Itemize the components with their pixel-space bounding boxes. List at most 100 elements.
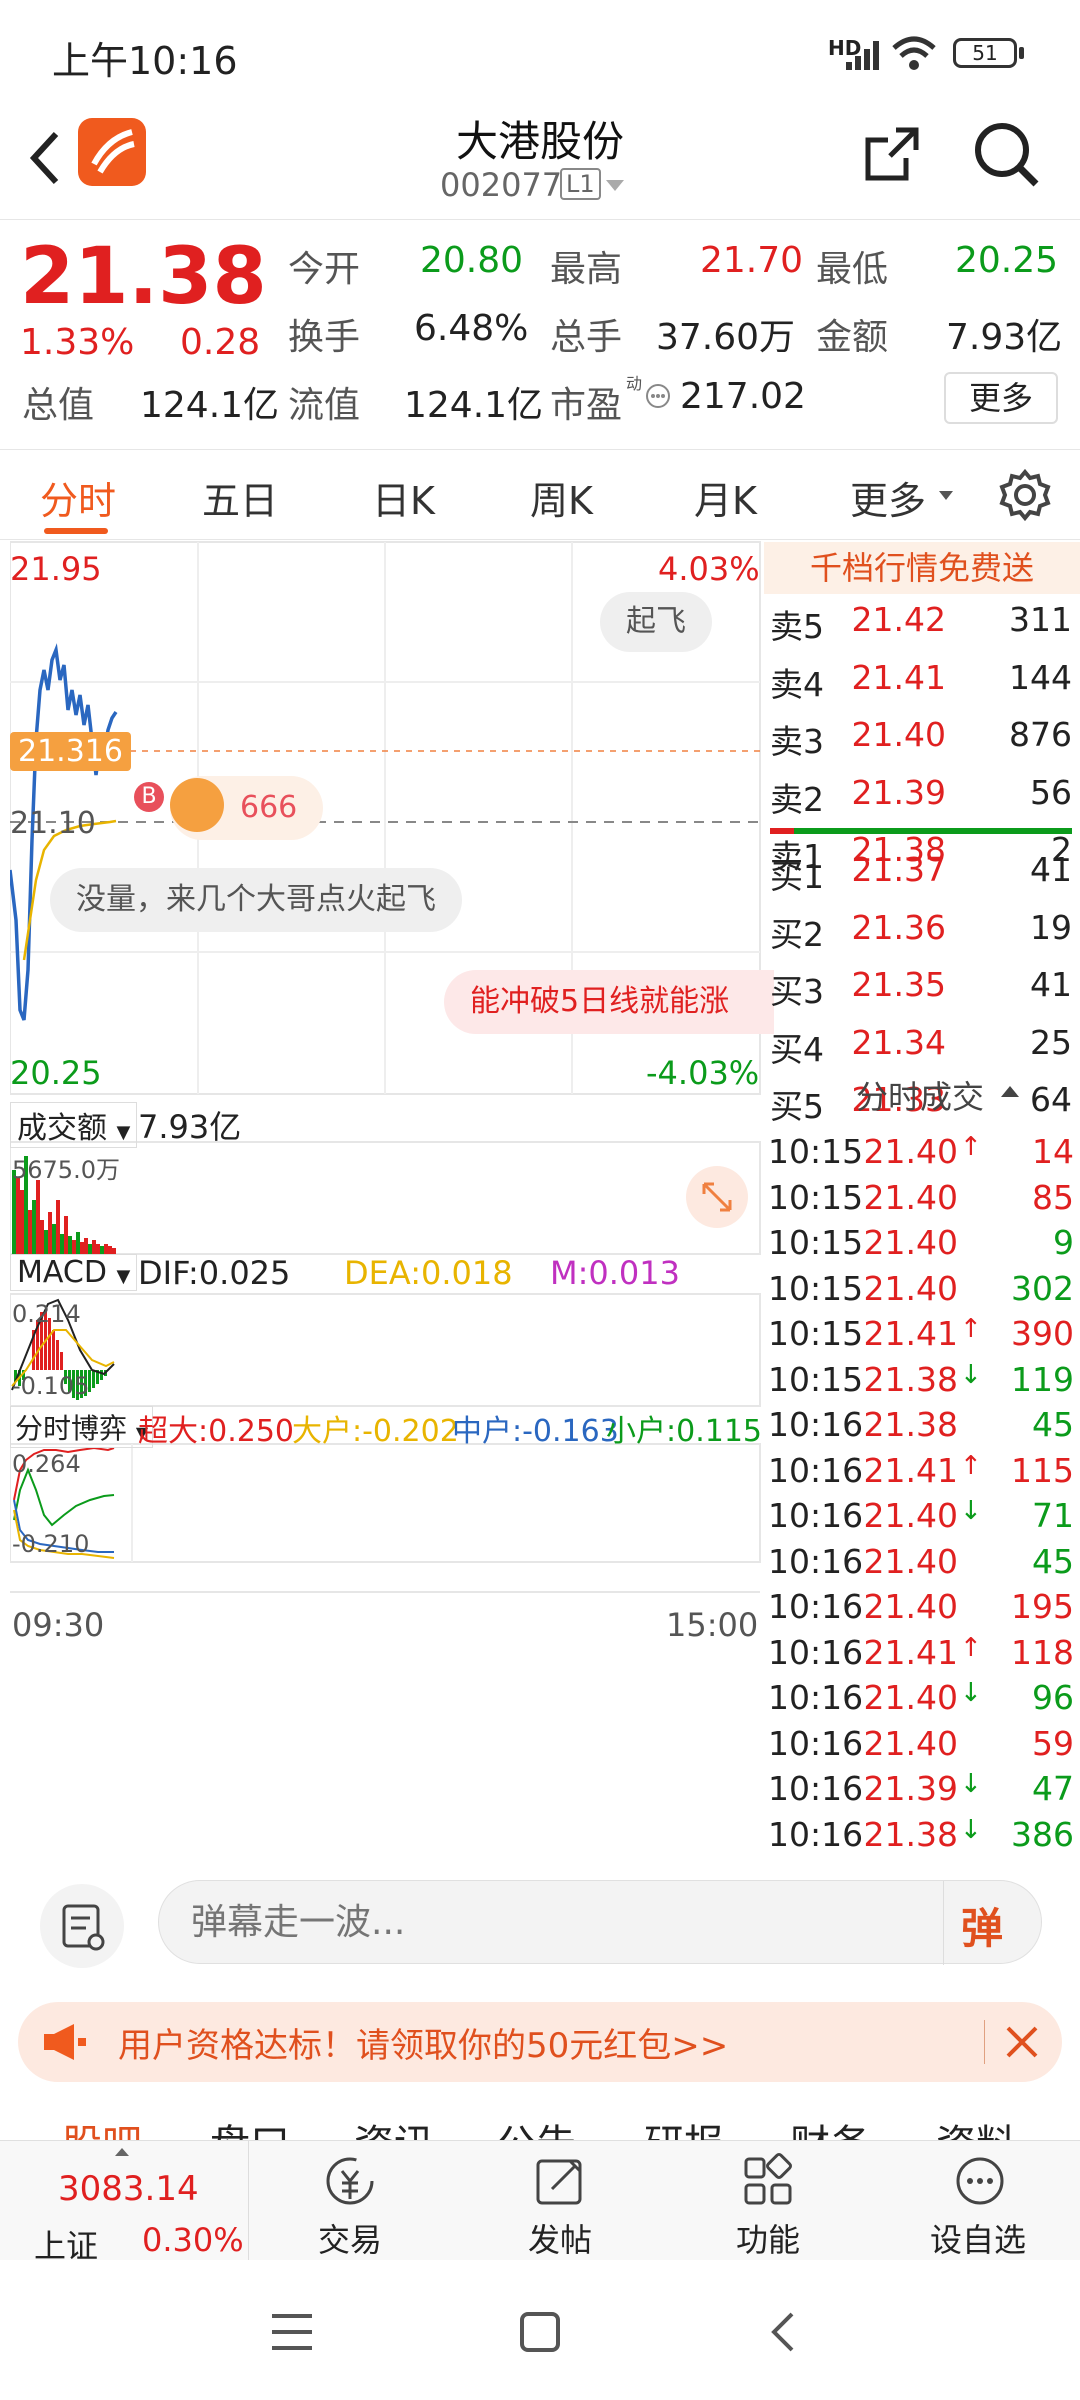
- expand-icon[interactable]: [686, 1166, 748, 1228]
- danmu-input-wrapper[interactable]: 弹: [158, 1880, 1042, 1965]
- table-row[interactable]: 10:15 21.40 ↑ 14: [768, 1132, 1076, 1176]
- tab-weekly-k[interactable]: 周K: [530, 470, 593, 525]
- danmu-bubble[interactable]: 没量，来几个大哥点火起飞: [50, 868, 462, 932]
- level-label: 买4: [770, 1029, 824, 1069]
- wifi-icon: [892, 36, 936, 70]
- volume-selector[interactable]: 成交额 ▼: [10, 1102, 138, 1148]
- trade-button[interactable]: 交易: [300, 2141, 400, 2261]
- macd-selector[interactable]: MACD ▼: [10, 1254, 138, 1291]
- index-change: 0.30%: [142, 2221, 244, 2259]
- table-row[interactable]: 10:16 21.38 45: [768, 1405, 1076, 1449]
- table-row[interactable]: 10:16 21.40 45: [768, 1542, 1076, 1586]
- tab-more[interactable]: 更多: [850, 470, 926, 525]
- promo-banner[interactable]: 千档行情免费送: [764, 542, 1080, 594]
- tick-price: 21.40: [863, 1132, 958, 1171]
- table-row[interactable]: 10:15 21.40 302: [768, 1269, 1076, 1313]
- tab-monthly-k[interactable]: 月K: [694, 470, 757, 525]
- macd-min-label: -0.105: [12, 1372, 90, 1400]
- battery-icon: 51: [953, 38, 1017, 68]
- table-row[interactable]: 10:16 21.39 ↓ 47: [768, 1769, 1076, 1813]
- table-row[interactable]: 10:16 21.40 59: [768, 1724, 1076, 1768]
- tick-arrow: ↓: [960, 1359, 982, 1390]
- subtab-finance[interactable]: 财务: [790, 2112, 870, 2140]
- ticks-title[interactable]: 分时成交: [856, 1072, 984, 1118]
- subtab-notices[interactable]: 公告: [496, 2112, 576, 2140]
- dif-value: DIF:0.025: [138, 1254, 291, 1292]
- chevron-down-icon: ▼: [116, 1266, 131, 1287]
- subtab-profile[interactable]: 资料: [936, 2112, 1016, 2140]
- tick-price: 21.39: [863, 1769, 958, 1808]
- table-row[interactable]: 10:15 21.38 ↓ 119: [768, 1360, 1076, 1404]
- buy-marker[interactable]: B: [134, 782, 164, 812]
- danmu-input[interactable]: [191, 1895, 891, 1949]
- tab-five-day[interactable]: 五日: [202, 470, 278, 525]
- table-row[interactable]: 10:16 21.40 ↓ 96: [768, 1678, 1076, 1722]
- volume-total: 7.93亿: [138, 1108, 242, 1146]
- big-value: 大户:-0.202: [292, 1414, 459, 1449]
- chevron-up-icon[interactable]: [1000, 1084, 1020, 1098]
- sell-level-row[interactable]: 卖3 21.40 876: [770, 715, 1074, 761]
- sell-level-row[interactable]: 卖4 21.41 144: [770, 658, 1074, 704]
- subtab-guba[interactable]: 股吧: [62, 2112, 142, 2140]
- search-icon[interactable]: [972, 120, 1042, 190]
- table-row[interactable]: 10:15 21.40 85: [768, 1178, 1076, 1222]
- subtab-news[interactable]: 资讯: [354, 2112, 434, 2140]
- table-row[interactable]: 10:16 21.41 ↑ 115: [768, 1451, 1076, 1495]
- buy-level-row[interactable]: 买2 21.36 19: [770, 908, 1074, 954]
- app-root: 上午10:16 HD 51 大港股份 002077 L1 21.38 1.33%…: [0, 0, 1080, 2400]
- danmu-bubble[interactable]: 能冲破5日线就能涨: [444, 970, 774, 1034]
- index-value[interactable]: 3083.14: [58, 2169, 199, 2209]
- level-label: 卖4: [770, 664, 824, 704]
- tick-volume: 47: [1032, 1769, 1074, 1808]
- table-row[interactable]: 10:15 21.40 9: [768, 1223, 1076, 1267]
- subtab-research[interactable]: 研报: [644, 2112, 724, 2140]
- info-icon[interactable]: [644, 382, 672, 410]
- comment-list-icon[interactable]: [40, 1884, 124, 1968]
- send-danmu-button[interactable]: 弹: [961, 1895, 1003, 1956]
- low-label: 最低: [816, 249, 889, 290]
- tab-daily-k[interactable]: 日K: [372, 470, 435, 525]
- back-icon[interactable]: [24, 128, 64, 188]
- subtab-pankou[interactable]: 盘口: [210, 2112, 290, 2140]
- buy-level-row[interactable]: 买4 21.34 25: [770, 1023, 1074, 1069]
- share-icon[interactable]: [862, 124, 922, 184]
- menu-icon[interactable]: [270, 2312, 314, 2352]
- danmu-bubble[interactable]: 起飞: [600, 592, 712, 652]
- table-row[interactable]: 10:16 21.38 ↓ 386: [768, 1815, 1076, 1859]
- back-nav-icon[interactable]: [768, 2310, 798, 2354]
- level-label: 买3: [770, 972, 824, 1011]
- trade-label: 交易: [318, 2221, 383, 2259]
- time-start-label: 09:30: [12, 1606, 105, 1644]
- turnover-label: 换手: [288, 317, 361, 358]
- megaphone-icon: [44, 2024, 86, 2060]
- tab-intraday[interactable]: 分时: [40, 470, 116, 525]
- red-packet-banner[interactable]: 用户资格达标！请领取你的50元红包>>: [18, 2002, 1062, 2082]
- table-row[interactable]: 10:16 21.41 ↑ 118: [768, 1633, 1076, 1677]
- table-row[interactable]: 10:16 21.40 195: [768, 1587, 1076, 1631]
- close-icon[interactable]: [1004, 2024, 1040, 2060]
- divider: [943, 1881, 944, 1965]
- high-label: 最高: [550, 249, 623, 290]
- level-price: 21.39: [851, 772, 946, 812]
- fund-selector[interactable]: 分时博弈 ▼: [10, 1406, 154, 1448]
- more-button[interactable]: 更多: [944, 372, 1058, 424]
- tick-price: 21.40: [863, 1177, 958, 1217]
- post-button[interactable]: 发帖: [510, 2141, 610, 2261]
- function-button[interactable]: 功能: [718, 2141, 818, 2261]
- table-row[interactable]: 10:15 21.41 ↑ 390: [768, 1314, 1076, 1358]
- table-row[interactable]: 10:16 21.40 ↓ 71: [768, 1496, 1076, 1540]
- sell-level-row[interactable]: 卖2 21.39 56: [770, 772, 1074, 819]
- macd-max-label: 0.214: [12, 1300, 81, 1328]
- volume-label: 总手: [550, 317, 623, 358]
- intraday-chart[interactable]: 21.95 4.03% 20.25 -4.03% 21.10 21.316 B …: [10, 540, 774, 1845]
- turnover-value: 6.48%: [414, 308, 529, 349]
- buy-level-row[interactable]: 买1 21.37 41: [770, 850, 1074, 896]
- home-icon[interactable]: [518, 2310, 562, 2354]
- sell-level-row[interactable]: 卖5 21.42 311: [770, 600, 1074, 646]
- buy-level-row[interactable]: 买3 21.35 41: [770, 965, 1074, 1011]
- add-watchlist-button[interactable]: 设自选: [920, 2141, 1040, 2261]
- settings-icon[interactable]: [998, 468, 1052, 522]
- open-value: 20.80: [420, 240, 524, 281]
- chevron-down-icon[interactable]: [604, 178, 626, 194]
- info-subtabs: 股吧 盘口 资讯 公告 研报 财务 资料: [0, 2112, 1080, 2140]
